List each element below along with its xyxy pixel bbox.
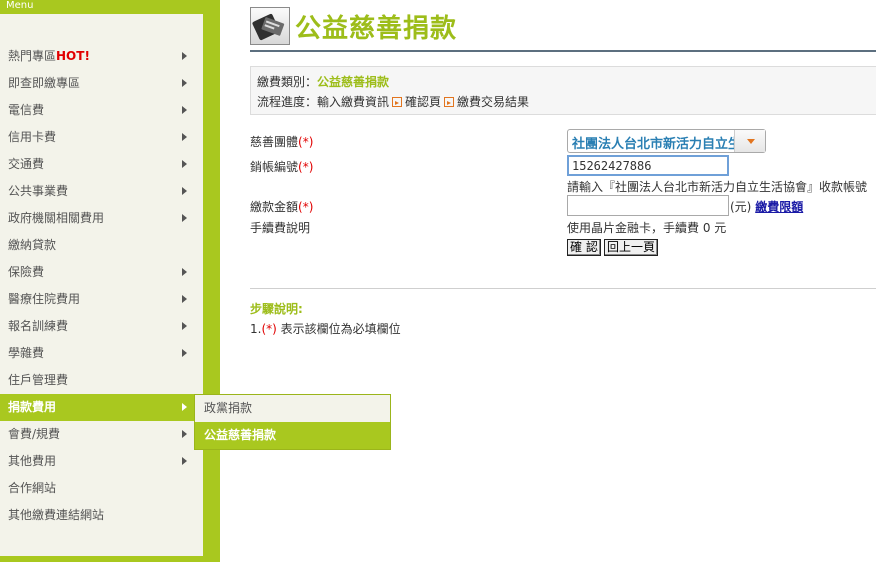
- sidebar-item-label: 政府機關相關費用: [8, 211, 105, 225]
- sidebar-item-label: 報名訓練費: [8, 319, 69, 333]
- submenu-donation: 政黨捐款 公益慈善捐款: [194, 394, 391, 450]
- sidebar-item-label: 熱門專區: [8, 49, 57, 63]
- chevron-right-icon: [182, 322, 187, 330]
- progress-line: 流程進度：輸入繳費資訊 確認頁 繳費交易結果: [257, 92, 876, 112]
- sidebar-item[interactable]: 即查即繳專區: [0, 70, 203, 97]
- sidebar-item-label: 繳納貸款: [8, 238, 57, 252]
- sidebar-item-label: 其他費用: [8, 454, 57, 468]
- sidebar-item-label: 捐款費用: [8, 400, 57, 414]
- sidebar-item-label: 住戶管理費: [8, 373, 69, 387]
- sidebar-item-label: 學雜費: [8, 346, 45, 360]
- chevron-right-icon: [182, 187, 187, 195]
- chevron-right-icon: [182, 457, 187, 465]
- sidebar: Menu 熱門專區HOT! 即查即繳專區 電信費信用卡費交通費公共事業費政府機關相關…: [0, 0, 203, 556]
- sidebar-item[interactable]: 捐款費用: [0, 394, 203, 421]
- page-header: 公益慈善捐款: [250, 6, 876, 54]
- amount-unit-area: (元) 繳費限額: [730, 198, 803, 215]
- back-button[interactable]: 回上一頁: [604, 239, 659, 256]
- chevron-right-icon: [182, 430, 187, 438]
- sidebar-item-label: 公共事業費: [8, 184, 69, 198]
- sidebar-item[interactable]: 政府機關相關費用: [0, 205, 203, 232]
- amount-input[interactable]: [567, 195, 729, 216]
- sidebar-item[interactable]: 其他費用: [0, 448, 203, 475]
- step-arrow-icon: [444, 97, 455, 107]
- fee-text: 使用晶片金融卡，手續費 0 元: [567, 221, 727, 235]
- account-label: 銷帳編號(*): [250, 160, 314, 174]
- chevron-right-icon: [182, 403, 187, 411]
- sidebar-item[interactable]: 電信費: [0, 97, 203, 124]
- sidebar-item[interactable]: 信用卡費: [0, 124, 203, 151]
- payment-card-icon: [250, 7, 290, 45]
- step-arrow-icon: [392, 97, 403, 107]
- sidebar-item[interactable]: 繳納貸款: [0, 232, 203, 259]
- category-value: 公益慈善捐款: [317, 75, 390, 89]
- chevron-right-icon: [182, 52, 187, 60]
- sidebar-item[interactable]: 熱門專區HOT!: [0, 43, 203, 70]
- category-label: 繳費類別：: [257, 75, 318, 89]
- sidebar-item[interactable]: 醫療住院費用: [0, 286, 203, 313]
- sidebar-item-label: 其他繳費連結網站: [8, 508, 105, 522]
- chevron-right-icon: [182, 160, 187, 168]
- account-number-input[interactable]: 15262427886: [567, 155, 729, 176]
- sidebar-item[interactable]: 會費/規費: [0, 421, 203, 448]
- steps-note: 1.(*) 表示該欄位為必填欄位: [250, 322, 401, 336]
- amount-label: 繳款金額(*): [250, 200, 314, 214]
- sidebar-item-label: 合作網站: [8, 481, 57, 495]
- sidebar-item[interactable]: 公共事業費: [0, 178, 203, 205]
- progress-step-2: 確認頁: [405, 95, 442, 109]
- progress-step-3: 繳費交易結果: [457, 95, 530, 109]
- submenu-item[interactable]: 政黨捐款: [195, 395, 390, 422]
- amount-limit-link[interactable]: 繳費限額: [755, 200, 803, 214]
- payment-info-box: 繳費類別：公益慈善捐款 流程進度：輸入繳費資訊 確認頁 繳費交易結果: [250, 66, 876, 115]
- amount-unit: (元): [730, 200, 752, 214]
- menu-header: Menu: [0, 0, 203, 14]
- sidebar-item[interactable]: 住戶管理費: [0, 367, 203, 394]
- chevron-right-icon: [182, 349, 187, 357]
- org-select-value: 社團法人台北市新活力自立生活協會: [572, 137, 734, 152]
- sidebar-item[interactable]: 合作網站: [0, 475, 203, 502]
- confirm-button[interactable]: 確 認: [567, 239, 601, 256]
- chevron-right-icon: [182, 133, 187, 141]
- sidebar-item-label: 電信費: [8, 103, 45, 117]
- hot-badge: HOT!: [56, 49, 90, 63]
- sidebar-item[interactable]: 交通費: [0, 151, 203, 178]
- chevron-right-icon: [182, 268, 187, 276]
- org-select[interactable]: 社團法人台北市新活力自立生活協會: [567, 129, 766, 153]
- chevron-right-icon: [182, 106, 187, 114]
- chevron-down-icon[interactable]: [734, 130, 765, 152]
- sidebar-item-label: 即查即繳專區: [8, 76, 81, 90]
- steps-title: 步驟說明:: [250, 302, 303, 316]
- submenu-item[interactable]: 公益慈善捐款: [195, 422, 390, 449]
- sidebar-item-label: 保險費: [8, 265, 45, 279]
- sidebar-item[interactable]: 保險費: [0, 259, 203, 286]
- progress-step-1: 輸入繳費資訊: [317, 95, 390, 109]
- title-divider: [250, 50, 876, 52]
- chevron-right-icon: [182, 79, 187, 87]
- sidebar-item-label: 信用卡費: [8, 130, 57, 144]
- chevron-right-icon: [182, 295, 187, 303]
- category-line: 繳費類別：公益慈善捐款: [257, 72, 876, 92]
- section-divider: [250, 288, 876, 289]
- sidebar-item-label: 交通費: [8, 157, 45, 171]
- account-hint: 請輸入『社團法人台北市新活力自立生活協會』收款帳號: [567, 180, 868, 194]
- sidebar-item[interactable]: 學雜費: [0, 340, 203, 367]
- chevron-right-icon: [182, 214, 187, 222]
- org-label: 慈善團體(*): [250, 135, 314, 149]
- page-title: 公益慈善捐款: [295, 14, 458, 44]
- progress-label: 流程進度：: [257, 95, 318, 109]
- sidebar-item-label: 會費/規費: [8, 427, 61, 441]
- sidebar-item-label: 醫療住院費用: [8, 292, 81, 306]
- menu-list: 熱門專區HOT! 即查即繳專區 電信費信用卡費交通費公共事業費政府機關相關費用 繳納貸…: [0, 43, 203, 529]
- fee-label: 手續費說明: [250, 221, 311, 235]
- sidebar-item[interactable]: 報名訓練費: [0, 313, 203, 340]
- sidebar-item[interactable]: 其他繳費連結網站: [0, 502, 203, 529]
